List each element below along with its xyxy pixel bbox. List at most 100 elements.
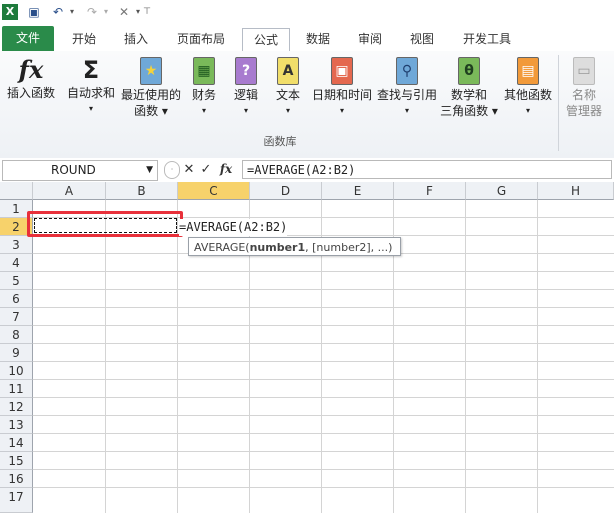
date-time-button[interactable]: ▣ 日期和时间 ▾ bbox=[310, 55, 374, 119]
quick-access-toolbar: X ▣ ↶ ▾ ↷ ▾ ✕ ▾ ⊤ bbox=[0, 0, 614, 26]
recently-used-button[interactable]: ★ 最近使用的 函数 ▾ bbox=[120, 55, 182, 119]
ribbon-formulas: fx 插入函数 Σ 自动求和 ▾ ★ 最近使用的 函数 ▾ ▦ 财务 ▾ ? 逻… bbox=[0, 51, 614, 159]
redo-icon[interactable]: ↷ bbox=[84, 4, 100, 20]
row-header-12[interactable]: 12 bbox=[0, 398, 33, 416]
row-header-8[interactable]: 8 bbox=[0, 326, 33, 344]
chevron-down-icon: ▾ bbox=[525, 106, 530, 115]
row-header-16[interactable]: 16 bbox=[0, 470, 33, 488]
cell-c2-editing[interactable]: =AVERAGE(A2:B2) bbox=[179, 219, 288, 236]
cancel-icon[interactable]: ✕ bbox=[182, 160, 196, 179]
column-header-h[interactable]: H bbox=[538, 182, 614, 200]
gridline bbox=[33, 361, 614, 362]
more-functions-button[interactable]: ▤ 其他函数 ▾ bbox=[502, 55, 554, 119]
enter-icon[interactable]: ✓ bbox=[199, 160, 213, 179]
math-trig-button[interactable]: θ 数学和 三角函数 ▾ bbox=[440, 55, 498, 119]
undo-dropdown-icon[interactable]: ▾ bbox=[68, 4, 76, 20]
gridline bbox=[537, 200, 538, 513]
chevron-down-icon: ▾ bbox=[88, 104, 93, 113]
logical-label: 逻辑 bbox=[233, 88, 258, 102]
tab-file[interactable]: 文件 bbox=[2, 26, 54, 51]
name-manager-icon: ▭ bbox=[573, 57, 595, 85]
formula-bar-expander-icon[interactable]: · bbox=[164, 161, 180, 179]
logical-book-icon: ? bbox=[235, 57, 257, 85]
column-header-b[interactable]: B bbox=[106, 182, 178, 200]
math-book-icon: θ bbox=[458, 57, 480, 85]
range-a2-b2[interactable] bbox=[34, 218, 177, 233]
redo-dropdown-icon[interactable]: ▾ bbox=[102, 4, 110, 20]
name-box-value: ROUND bbox=[51, 163, 96, 177]
chevron-down-icon: ▾ bbox=[339, 106, 344, 115]
row-header-9[interactable]: 9 bbox=[0, 344, 33, 362]
tab-view[interactable]: 视图 bbox=[400, 28, 444, 50]
column-header-g[interactable]: G bbox=[466, 182, 538, 200]
undo-icon[interactable]: ↶ bbox=[50, 4, 66, 20]
column-header-a[interactable]: A bbox=[33, 182, 106, 200]
name-box[interactable]: ROUND ▼ bbox=[2, 160, 158, 181]
tab-review[interactable]: 审阅 bbox=[348, 28, 392, 50]
gridline bbox=[33, 487, 614, 488]
tools-icon[interactable]: ✕ bbox=[116, 4, 132, 20]
select-all-corner[interactable] bbox=[0, 182, 33, 200]
tooltip-function-name[interactable]: AVERAGE( bbox=[194, 241, 250, 254]
column-header-e[interactable]: E bbox=[322, 182, 394, 200]
chevron-down-icon: ▾ bbox=[404, 106, 409, 115]
row-header-14[interactable]: 14 bbox=[0, 434, 33, 452]
gridline bbox=[33, 343, 614, 344]
row-header-5[interactable]: 5 bbox=[0, 272, 33, 290]
gridline bbox=[33, 451, 614, 452]
gridline bbox=[33, 325, 614, 326]
function-library-group-label: 函数库 bbox=[263, 135, 297, 148]
worksheet-grid[interactable]: A B C D E F G H 1 2 3 4 5 6 7 8 9 10 11 … bbox=[0, 182, 614, 513]
tab-developer[interactable]: 开发工具 bbox=[452, 28, 522, 50]
text-button[interactable]: A 文本 ▾ bbox=[270, 55, 306, 119]
insert-function-button[interactable]: fx 插入函数 bbox=[4, 55, 58, 101]
column-header-f[interactable]: F bbox=[394, 182, 466, 200]
column-header-c[interactable]: C bbox=[178, 182, 250, 200]
lookup-reference-label: 查找与引用 bbox=[376, 88, 437, 102]
financial-book-icon: ▦ bbox=[193, 57, 215, 85]
row-header-15[interactable]: 15 bbox=[0, 452, 33, 470]
financial-button[interactable]: ▦ 财务 ▾ bbox=[186, 55, 222, 119]
gridline bbox=[465, 200, 466, 513]
insert-function-icon[interactable]: fx bbox=[217, 160, 235, 179]
logical-button[interactable]: ? 逻辑 ▾ bbox=[228, 55, 264, 119]
excel-logo-icon[interactable]: X bbox=[2, 4, 18, 20]
column-header-d[interactable]: D bbox=[250, 182, 322, 200]
save-icon[interactable]: ▣ bbox=[26, 4, 42, 20]
tooltip-current-argument: number1 bbox=[249, 241, 306, 254]
name-manager-label-2: 管理器 bbox=[565, 104, 602, 118]
financial-label: 财务 bbox=[191, 88, 216, 102]
autosum-button[interactable]: Σ 自动求和 ▾ bbox=[64, 55, 118, 117]
autosum-label: 自动求和 bbox=[66, 86, 115, 100]
math-trig-label: 数学和 bbox=[450, 88, 487, 102]
chevron-down-icon[interactable]: ▼ bbox=[146, 161, 153, 180]
star-book-icon: ★ bbox=[140, 57, 162, 85]
row-header-3[interactable]: 3 bbox=[0, 236, 33, 254]
customize-icon[interactable]: ⊤ bbox=[142, 4, 152, 20]
text-label: 文本 bbox=[275, 88, 300, 102]
row-header-10[interactable]: 10 bbox=[0, 362, 33, 380]
gridline bbox=[177, 200, 178, 513]
function-argument-tooltip: AVERAGE(number1, [number2], ...) bbox=[188, 237, 401, 256]
lookup-reference-button[interactable]: ⚲ 查找与引用 ▾ bbox=[376, 55, 438, 119]
gridline bbox=[33, 271, 614, 272]
name-manager-button[interactable]: ▭ 名称 管理器 bbox=[562, 55, 606, 119]
text-book-icon: A bbox=[277, 57, 299, 85]
lookup-book-icon: ⚲ bbox=[396, 57, 418, 85]
insert-function-label: 插入函数 bbox=[6, 86, 55, 100]
formula-input[interactable]: =AVERAGE(A2:B2) bbox=[242, 160, 612, 179]
row-header-6[interactable]: 6 bbox=[0, 290, 33, 308]
gridline bbox=[33, 379, 614, 380]
row-header-11[interactable]: 11 bbox=[0, 380, 33, 398]
row-header-4[interactable]: 4 bbox=[0, 254, 33, 272]
tab-formulas[interactable]: 公式 bbox=[242, 28, 290, 53]
row-header-17[interactable]: 17 bbox=[0, 488, 33, 513]
row-header-13[interactable]: 13 bbox=[0, 416, 33, 434]
tab-page-layout[interactable]: 页面布局 bbox=[166, 28, 236, 50]
math-trig-label-2: 三角函数 ▾ bbox=[440, 104, 498, 118]
tab-home[interactable]: 开始 bbox=[62, 28, 106, 50]
tab-data[interactable]: 数据 bbox=[296, 28, 340, 50]
row-header-7[interactable]: 7 bbox=[0, 308, 33, 326]
tab-insert[interactable]: 插入 bbox=[114, 28, 158, 50]
tools-dropdown-icon[interactable]: ▾ bbox=[134, 4, 142, 20]
